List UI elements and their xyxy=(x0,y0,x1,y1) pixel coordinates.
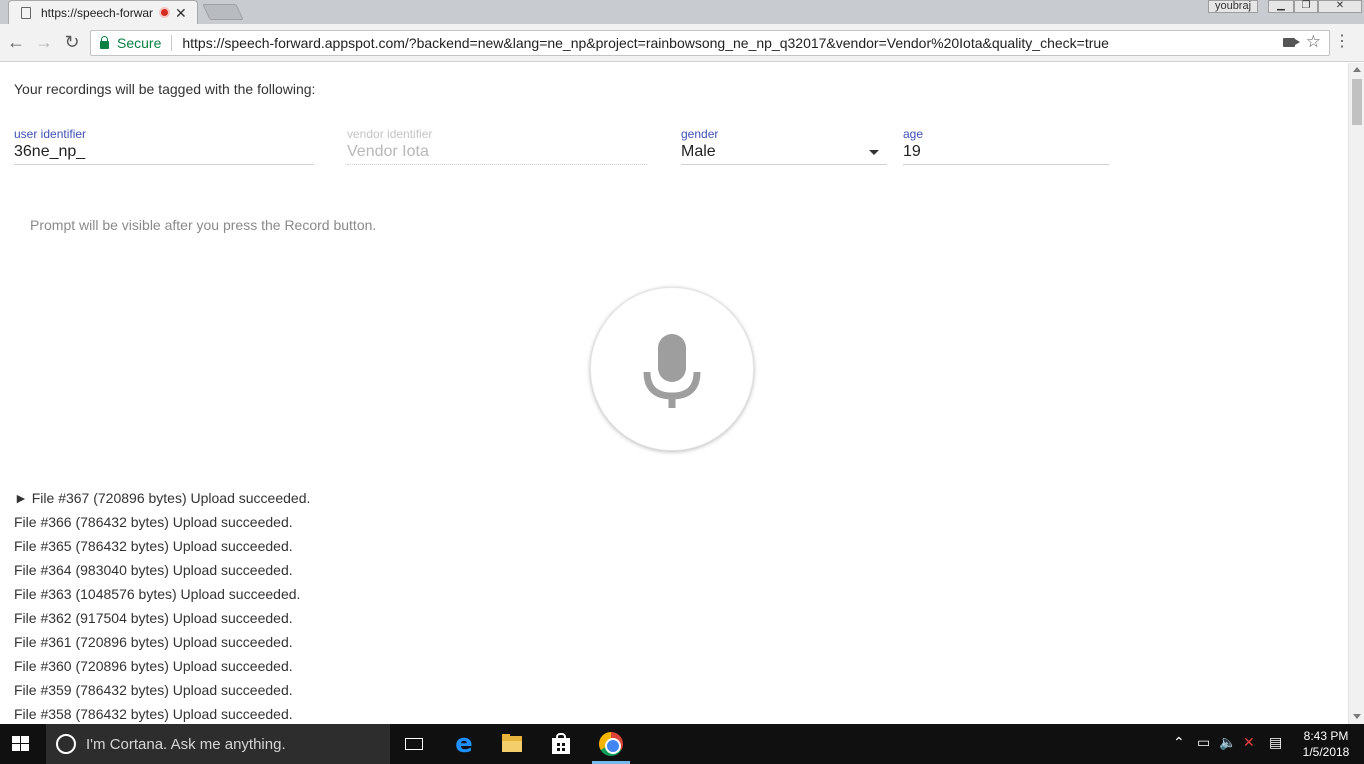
file-item: File #365 (786432 bytes) Upload succeede… xyxy=(14,538,293,554)
task-view-icon[interactable] xyxy=(402,732,426,756)
store-icon[interactable] xyxy=(549,732,573,756)
upload-file-list: ► File #367 (720896 bytes) Upload succee… xyxy=(14,489,310,724)
clock-time: 8:43 PM xyxy=(1303,729,1349,743)
url-text[interactable]: https://speech-forward.appspot.com/?back… xyxy=(182,35,1109,51)
file-item: File #358 (786432 bytes) Upload succeede… xyxy=(14,706,293,722)
user-identifier-input[interactable]: 36ne_np_ xyxy=(14,143,314,161)
gender-select[interactable]: gender Male xyxy=(681,127,887,165)
bookmark-star-icon[interactable]: ☆ xyxy=(1306,32,1321,52)
gender-value[interactable]: Male xyxy=(681,143,887,161)
windows-taskbar: I'm Cortana. Ask me anything. e ⌃ ▭ 🔈 ✕ … xyxy=(0,724,1364,764)
clock-date: 1/5/2018 xyxy=(1302,745,1350,759)
close-window-button[interactable]: ✕ xyxy=(1318,0,1362,13)
cortana-search-box[interactable]: I'm Cortana. Ask me anything. xyxy=(46,724,390,764)
file-item: File #366 (786432 bytes) Upload succeede… xyxy=(14,514,293,530)
new-tab-button[interactable] xyxy=(202,4,244,20)
microphone-icon xyxy=(643,334,701,408)
back-icon[interactable]: ← xyxy=(6,32,26,52)
browser-titlebar: https://speech-forwar ✕ youbraj ▁ ❐ ✕ xyxy=(0,0,1364,24)
url-divider xyxy=(171,35,173,51)
vendor-identifier-field: vendor identifier Vendor Iota xyxy=(347,127,647,165)
secure-label: Secure xyxy=(117,35,162,51)
file-explorer-icon[interactable] xyxy=(500,732,524,756)
scroll-thumb[interactable] xyxy=(1352,79,1362,125)
profile-button[interactable]: youbraj xyxy=(1208,0,1258,13)
file-item: File #363 (1048576 bytes) Upload succeed… xyxy=(14,586,301,602)
age-input[interactable]: 19 xyxy=(903,143,1109,161)
taskbar-clock[interactable]: 8:43 PM 1/5/2018 xyxy=(1296,728,1356,760)
recording-indicator-icon xyxy=(159,7,170,18)
start-windows-icon[interactable] xyxy=(12,736,30,752)
dropdown-arrow-icon[interactable] xyxy=(869,150,879,155)
file-item: File #360 (720896 bytes) Upload succeede… xyxy=(14,658,293,674)
scroll-up-arrow-icon[interactable] xyxy=(1353,67,1361,72)
close-tab-icon[interactable]: ✕ xyxy=(175,6,187,20)
gender-label: gender xyxy=(681,127,719,141)
user-identifier-label: user identifier xyxy=(14,127,87,141)
vendor-identifier-label: vendor identifier xyxy=(347,127,433,141)
action-center-icon[interactable]: ▤ xyxy=(1269,735,1282,751)
age-label: age xyxy=(903,127,924,141)
menu-icon[interactable]: ⋮ xyxy=(1334,32,1350,52)
user-identifier-field[interactable]: user identifier 36ne_np_ xyxy=(14,127,314,165)
page-icon xyxy=(21,6,31,19)
lock-icon xyxy=(100,36,109,49)
record-button[interactable] xyxy=(590,287,754,451)
file-item: File #361 (720896 bytes) Upload succeede… xyxy=(14,634,293,650)
scroll-down-arrow-icon[interactable] xyxy=(1353,714,1361,719)
forward-icon[interactable]: → xyxy=(34,32,54,52)
address-bar[interactable]: Secure https://speech-forward.appspot.co… xyxy=(90,30,1330,56)
page-scrollbar[interactable] xyxy=(1348,63,1364,724)
file-item: File #359 (786432 bytes) Upload succeede… xyxy=(14,682,293,698)
reload-icon[interactable]: ↻ xyxy=(62,32,82,52)
show-hidden-icons-chevron-icon[interactable]: ⌃ xyxy=(1173,735,1185,751)
file-item: File #362 (917504 bytes) Upload succeede… xyxy=(14,610,293,626)
restore-button[interactable]: ❐ xyxy=(1294,0,1318,13)
age-field[interactable]: age 19 xyxy=(903,127,1109,165)
battery-icon[interactable]: ▭ xyxy=(1197,735,1210,751)
browser-tab[interactable]: https://speech-forwar ✕ xyxy=(8,0,198,24)
page-content: Your recordings will be tagged with the … xyxy=(0,63,1348,724)
browser-toolbar: ← → ↻ Secure https://speech-forward.apps… xyxy=(0,24,1364,62)
minimize-button[interactable]: ▁ xyxy=(1268,0,1294,13)
prompt-text: Prompt will be visible after you press t… xyxy=(30,217,377,233)
file-item-playable[interactable]: ► File #367 (720896 bytes) Upload succee… xyxy=(14,489,310,513)
network-disconnected-icon[interactable]: ✕ xyxy=(1243,735,1255,751)
vendor-identifier-input: Vendor Iota xyxy=(347,143,429,160)
tag-heading: Your recordings will be tagged with the … xyxy=(14,81,316,97)
file-item: File #364 (983040 bytes) Upload succeede… xyxy=(14,562,293,578)
edge-browser-icon[interactable]: e xyxy=(452,731,476,757)
cortana-icon xyxy=(56,734,76,754)
volume-icon[interactable]: 🔈 xyxy=(1219,735,1236,751)
camera-icon[interactable] xyxy=(1283,38,1300,47)
cortana-placeholder[interactable]: I'm Cortana. Ask me anything. xyxy=(86,736,286,753)
tab-title: https://speech-forwar xyxy=(41,5,153,20)
chrome-icon[interactable] xyxy=(599,732,623,756)
